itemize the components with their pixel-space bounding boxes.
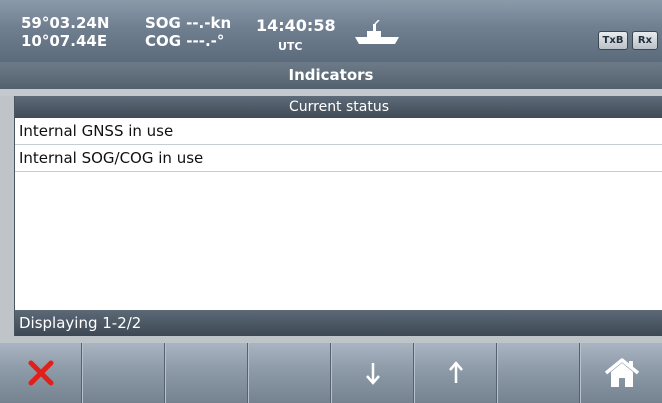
navigation-readout: SOG --.-kn COG ---.-° — [145, 14, 231, 50]
panel-header: Current status — [15, 96, 662, 118]
status-panel: Current status Internal GNSS in use Inte… — [14, 96, 662, 336]
home-button[interactable] — [580, 343, 662, 403]
rx-indicator: Rx — [632, 31, 658, 50]
sog-value: SOG --.-kn — [145, 14, 232, 32]
status-header: 59°03.24N 10°07.44E SOG --.-kn COG ---.-… — [0, 0, 662, 62]
scroll-down-button[interactable] — [331, 343, 414, 403]
txb-indicator: TxB — [598, 31, 628, 50]
position-readout: 59°03.24N 10°07.44E — [21, 14, 109, 50]
clock-timezone: UTC — [278, 40, 303, 53]
cog-value: COG ---.-° — [145, 32, 225, 50]
longitude-value: 10°07.44E — [21, 32, 108, 50]
list-item[interactable]: Internal GNSS in use — [15, 118, 662, 145]
softkey-7[interactable] — [497, 343, 580, 403]
latitude-value: 59°03.24N — [21, 14, 110, 32]
cancel-button[interactable] — [0, 343, 82, 403]
page-title: Indicators — [0, 62, 662, 89]
arrow-up-icon — [448, 361, 463, 383]
screen: 59°03.24N 10°07.44E SOG --.-kn COG ---.-… — [0, 0, 662, 403]
scroll-up-button[interactable] — [414, 343, 497, 403]
list-item[interactable]: Internal SOG/COG in use — [15, 145, 662, 172]
home-icon — [604, 358, 639, 387]
close-icon — [28, 360, 53, 386]
softkey-4[interactable] — [248, 343, 331, 403]
softkey-2[interactable] — [82, 343, 165, 403]
panel-footer: Displaying 1-2/2 — [15, 310, 662, 336]
arrow-down-icon — [365, 363, 380, 385]
clock-time: 14:40:58 — [256, 16, 336, 35]
softkey-3[interactable] — [165, 343, 248, 403]
softkey-bar — [0, 343, 662, 403]
vessel-icon — [355, 20, 399, 44]
separator — [0, 89, 662, 96]
